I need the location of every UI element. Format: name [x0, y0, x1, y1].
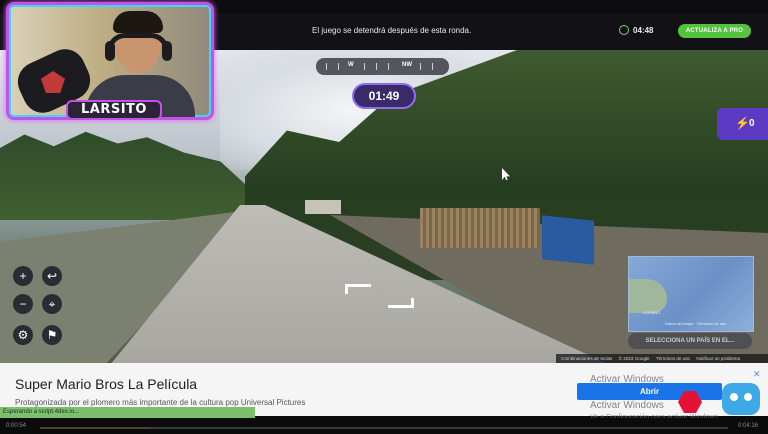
headset-earcup-right — [162, 41, 172, 61]
compass-tick — [364, 63, 365, 70]
time-elapsed: 0:00:54 — [6, 423, 27, 429]
round-timer: 01:49 — [352, 83, 416, 109]
compass-tick — [432, 63, 433, 70]
compass-tick — [338, 63, 339, 70]
webcam-overlay: LARSITO — [6, 2, 214, 126]
robot-mascot-icon — [722, 383, 760, 415]
compass-tick — [326, 63, 327, 70]
terms-link[interactable]: Términos de uso — [656, 356, 690, 361]
timer-icon — [619, 25, 629, 35]
bamboo-fence — [420, 208, 540, 248]
compass-bar: W NW — [316, 58, 449, 75]
move-arrow-icon[interactable] — [388, 298, 414, 308]
ad-subtitle: Protagonizada por el plomero más importa… — [15, 398, 306, 407]
time-total: 0:04:16 — [738, 423, 759, 429]
map-attribution: Combinaciones de teclas © 2023 Google Té… — [556, 354, 768, 363]
compass-tick — [420, 63, 421, 70]
settings-button[interactable]: ⚙ — [13, 325, 33, 345]
keyboard-shortcuts-link[interactable]: Combinaciones de teclas — [561, 356, 612, 361]
move-arrow-icon[interactable] — [345, 284, 371, 294]
minimap-terms[interactable]: Datos del mapa · Términos de uso — [665, 321, 726, 326]
blue-tarp — [542, 215, 594, 265]
compass-tick — [388, 63, 389, 70]
round-notice: El juego se detendrá después de esta ron… — [312, 26, 472, 35]
trees-left — [0, 131, 245, 220]
windows-activation-title: Activar Windows — [590, 400, 664, 411]
report-problem-link[interactable]: Notificar un problema — [696, 356, 740, 361]
return-to-start-flag-button[interactable]: ⚑ — [42, 325, 62, 345]
robot-eye — [730, 393, 738, 401]
ad-open-button[interactable]: Abrir — [577, 383, 722, 400]
zoom-in-button[interactable]: + — [13, 266, 33, 286]
upgrade-pro-button[interactable]: ACTUALIZA A PRO — [678, 24, 751, 38]
minimap-land — [629, 279, 667, 313]
coin-count: 0 — [749, 118, 755, 129]
zoom-out-button[interactable]: − — [13, 294, 33, 314]
ad-title[interactable]: Super Mario Bros La Película — [15, 376, 197, 392]
streamer-hair — [113, 11, 163, 33]
browser-status-bar: Esperando a script.4dex.io... — [0, 407, 255, 418]
location-pin-button[interactable]: ⌖ — [42, 294, 62, 314]
streamer-name: LARSITO — [66, 100, 162, 120]
header-timer: 04:48 — [633, 26, 654, 35]
undo-move-button[interactable]: ↩ — [42, 266, 62, 286]
headset-earcup-left — [105, 41, 115, 61]
roadside-building — [305, 200, 341, 214]
video-player-bar[interactable]: 0:00:54 0:04:16 — [0, 418, 768, 434]
headset-icon — [107, 33, 169, 51]
close-icon[interactable]: ✕ — [753, 369, 763, 379]
minimap-ocean-label: OCÉANO — [643, 310, 661, 315]
robot-eye — [744, 393, 752, 401]
compass-northwest: NW — [402, 62, 412, 68]
guess-minimap[interactable]: OCÉANO Datos del mapa · Términos de uso — [628, 256, 754, 332]
screen: W NW 01:49 + ↩ − ⌖ ⚙ ⚑ ⚡ 0 OCÉANO Datos … — [0, 0, 768, 434]
progress-track[interactable] — [40, 427, 728, 429]
lightning-icon: ⚡ — [735, 116, 750, 130]
copyright-text: © 2023 Google — [618, 356, 650, 361]
coin-counter: ⚡ 0 — [717, 108, 768, 140]
compass-tick — [376, 63, 377, 70]
compass-west: W — [348, 62, 354, 68]
progress-fill — [40, 427, 151, 429]
guess-button[interactable]: SELECCIONA UN PAÍS EN EL... — [628, 333, 752, 349]
